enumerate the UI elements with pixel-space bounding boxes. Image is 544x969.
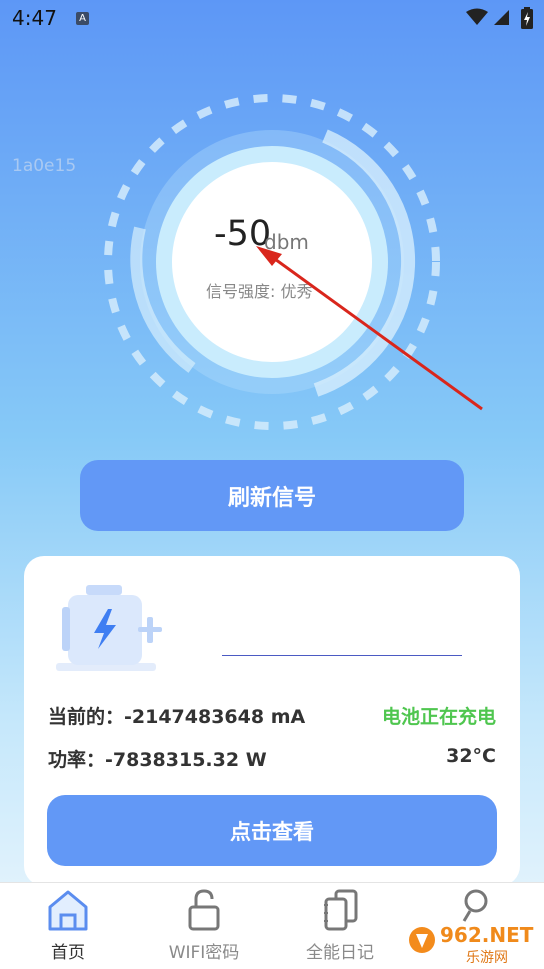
tab-diary-label: 全能日记	[306, 943, 374, 963]
tab-diary[interactable]: 全能日记	[272, 883, 408, 969]
lock-icon	[188, 889, 220, 931]
watermark-text: 962.NET	[440, 923, 534, 947]
tab-wifi-label: WIFI密码	[168, 943, 240, 963]
watermark-subtext: 乐游网	[466, 950, 508, 966]
divider-line	[222, 655, 462, 656]
power-reading: 功率：-7838315.32 W	[48, 749, 267, 771]
temperature-reading: 32°C	[446, 745, 496, 767]
battery-charge-icon	[56, 585, 162, 671]
view-details-button[interactable]: 点击查看	[47, 795, 497, 866]
tab-home[interactable]: 首页	[0, 883, 136, 969]
notebook-icon	[324, 889, 358, 931]
site-watermark: 962.NET 乐游网	[409, 923, 534, 966]
tab-wifi-password[interactable]: WIFI密码	[136, 883, 272, 969]
home-icon	[48, 890, 88, 931]
tab-home-label: 首页	[51, 943, 85, 963]
current-reading: 当前的：-2147483648 mA	[48, 706, 306, 728]
refresh-signal-button[interactable]: 刷新信号	[80, 460, 464, 531]
charging-status: 电池正在充电	[381, 706, 496, 728]
